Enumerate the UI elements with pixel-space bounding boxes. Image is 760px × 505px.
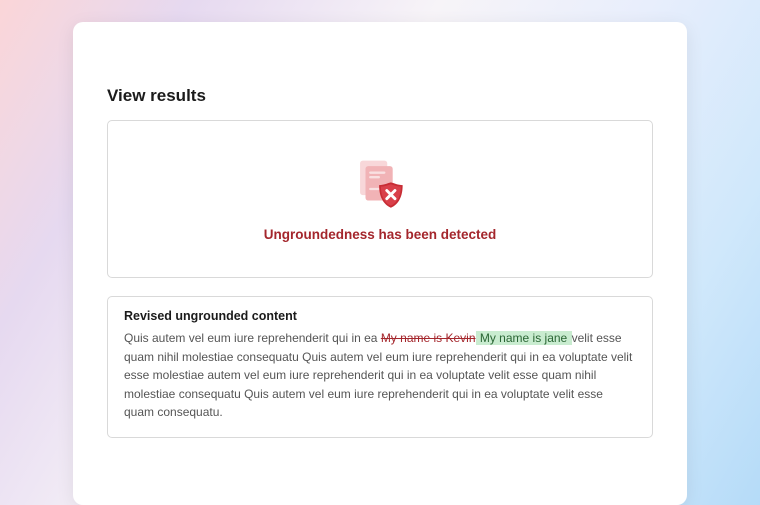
- detection-panel: Ungroundedness has been detected: [107, 120, 653, 278]
- document-error-shield-icon: [351, 157, 409, 215]
- page-title: View results: [107, 86, 653, 106]
- results-card: View results Ungroundedness has been det…: [73, 22, 687, 505]
- revised-content-title: Revised ungrounded content: [124, 309, 636, 323]
- revised-text-struck: My name is Kevin: [381, 331, 476, 345]
- revised-text-highlighted: My name is jane: [476, 331, 572, 345]
- revised-content-panel: Revised ungrounded content Quis autem ve…: [107, 296, 653, 438]
- revised-content-body: Quis autem vel eum iure reprehenderit qu…: [124, 329, 636, 422]
- revised-text-before: Quis autem vel eum iure reprehenderit qu…: [124, 331, 381, 345]
- detection-message: Ungroundedness has been detected: [264, 227, 497, 242]
